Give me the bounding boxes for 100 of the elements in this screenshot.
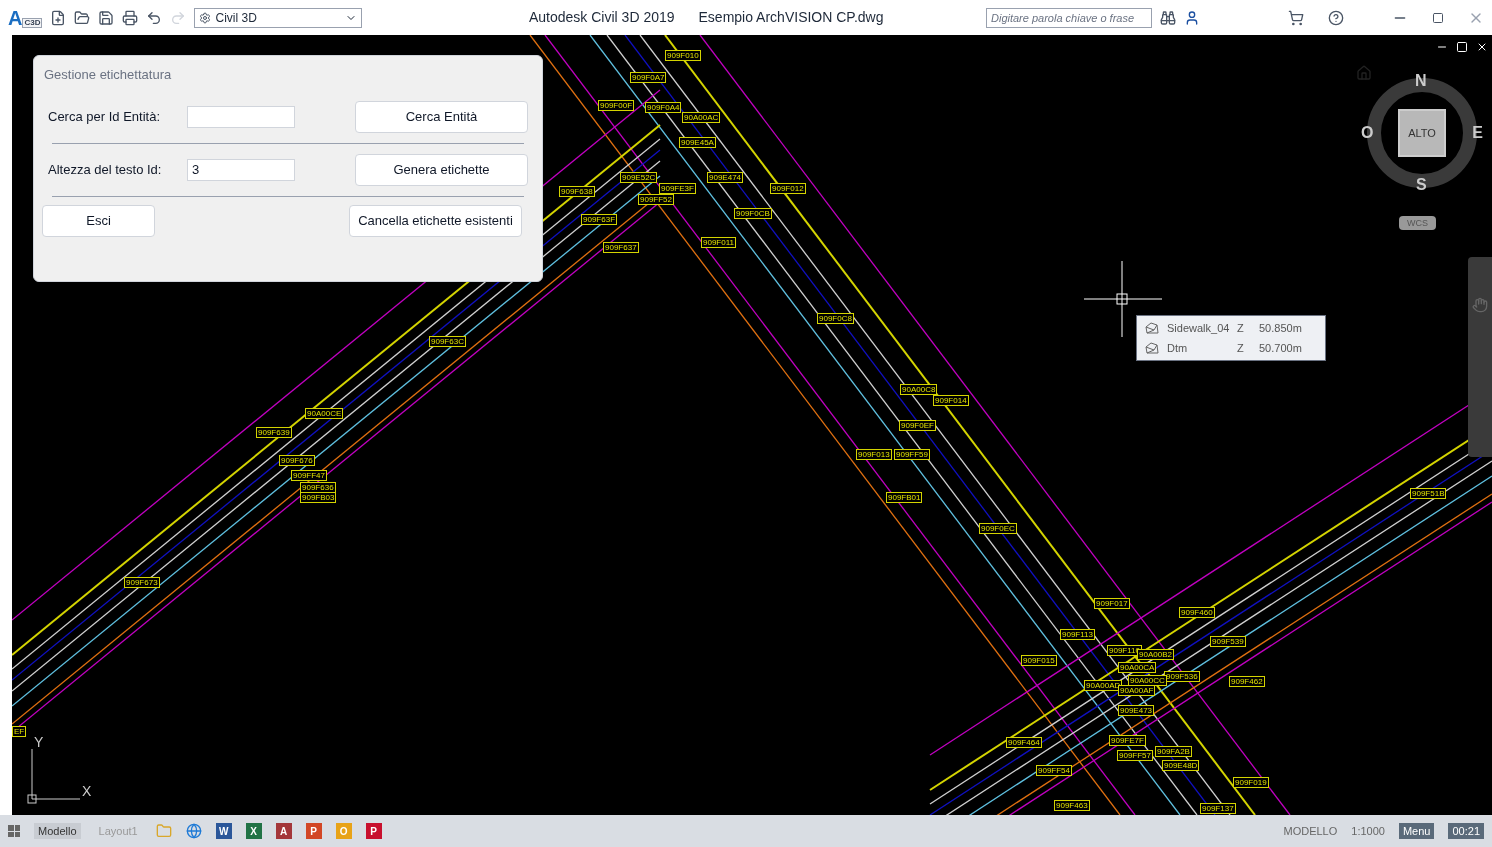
entity-id-label: 909F0C8 bbox=[817, 313, 854, 324]
entity-id-label: 909F63F bbox=[581, 214, 618, 225]
entity-id-label: 909FF57 bbox=[1117, 750, 1154, 761]
entity-id-label: 909F463 bbox=[1054, 800, 1090, 811]
entity-id-label: 909FF59 bbox=[894, 449, 931, 460]
clock-time: 00:21 bbox=[1448, 822, 1484, 840]
entity-id-label: 909F019 bbox=[1233, 777, 1269, 788]
mode-indicator[interactable]: MODELLO bbox=[1283, 822, 1338, 840]
app-icon[interactable]: X bbox=[245, 823, 262, 839]
print-icon[interactable] bbox=[122, 9, 139, 26]
ucs-y-label: Y bbox=[34, 733, 44, 752]
workspace-name: Civil 3D bbox=[215, 9, 258, 27]
entity-id-label: 909F137 bbox=[1200, 803, 1236, 814]
entity-id-label: 90A00AF bbox=[1118, 685, 1156, 696]
axis-label: Z bbox=[1237, 320, 1245, 336]
surface-icon bbox=[1145, 321, 1159, 335]
entity-id-label: 909F639 bbox=[256, 427, 292, 438]
app-icon[interactable]: P bbox=[305, 823, 322, 839]
entity-id-label: 909F010 bbox=[665, 50, 701, 61]
entity-id-label: 909F0EC bbox=[979, 523, 1017, 534]
scale-dropdown[interactable]: 1:1000 bbox=[1351, 822, 1385, 840]
text-field[interactable]: 3 bbox=[187, 158, 295, 181]
entity-id-label: 909F63C bbox=[429, 336, 466, 347]
surface-name: Sidewalk_04 bbox=[1167, 320, 1231, 336]
dialog-button[interactable]: Cancella etichette esistenti bbox=[349, 204, 522, 237]
compass-north: N bbox=[1415, 73, 1427, 89]
undo-icon[interactable] bbox=[146, 9, 163, 26]
entity-id-label: 909FF54 bbox=[1036, 765, 1073, 776]
view-cube-top[interactable]: ALTO bbox=[1398, 109, 1446, 157]
entity-id-label: 909F462 bbox=[1229, 676, 1265, 687]
user-icon[interactable] bbox=[1184, 9, 1200, 26]
entity-id-label: 909E473 bbox=[1118, 705, 1155, 716]
entity-id-label: 909F0A7 bbox=[630, 72, 667, 83]
entity-id-label: 90A00CA bbox=[1118, 662, 1157, 673]
search-field[interactable]: Digitare parola chiave o frase bbox=[986, 7, 1152, 28]
entity-id-label: 909E52C bbox=[620, 172, 658, 183]
app-icon[interactable]: A bbox=[275, 823, 292, 839]
entity-id-label: 909FA2B bbox=[1155, 746, 1192, 757]
cart-icon[interactable] bbox=[1288, 9, 1304, 26]
entity-id-label: 909FE3F bbox=[659, 183, 696, 194]
new-file-icon[interactable] bbox=[50, 9, 67, 26]
surface-name: Dtm bbox=[1167, 340, 1189, 356]
field-label: Cerca per Id Entità: bbox=[48, 107, 161, 126]
app-title: Autodesk Civil 3D 2019 bbox=[529, 8, 675, 27]
entity-id-label: 909FF52 bbox=[638, 194, 675, 205]
dialog-button[interactable]: Cerca Entità bbox=[355, 100, 528, 133]
entity-id-label: 909FB03 bbox=[300, 492, 337, 503]
field-label: Altezza del testo Id: bbox=[48, 160, 163, 179]
entity-id-label: 909F0EF bbox=[899, 420, 936, 431]
entity-id-label: 909FE7F bbox=[1109, 735, 1146, 746]
gear-icon bbox=[199, 11, 212, 24]
entity-id-label: 90A00B2 bbox=[1137, 649, 1174, 660]
entity-id-label: EF bbox=[12, 726, 27, 737]
entity-id-label: 909F673 bbox=[124, 577, 160, 588]
entity-id-label: 909F460 bbox=[1179, 607, 1215, 618]
maximize-icon[interactable] bbox=[1432, 11, 1444, 24]
entity-id-label: 909F637 bbox=[603, 242, 639, 253]
save-icon[interactable] bbox=[98, 9, 115, 26]
entity-id-label: 909E48D bbox=[1162, 760, 1200, 771]
entity-id-label: 909F011 bbox=[701, 237, 736, 248]
menu-label[interactable]: Menu bbox=[1398, 822, 1435, 840]
workspace-dropdown[interactable]: Civil 3D bbox=[194, 7, 363, 28]
compass-south: S bbox=[1416, 177, 1427, 193]
entity-id-label: 909F51B bbox=[1410, 488, 1447, 499]
entity-id-label: 909F0A4 bbox=[645, 102, 682, 113]
entity-id-label: 909F113 bbox=[1060, 629, 1095, 640]
browser-icon[interactable] bbox=[185, 823, 202, 839]
restore-icon[interactable] bbox=[1456, 41, 1468, 53]
app-icon[interactable]: P bbox=[365, 823, 382, 839]
binoculars-icon[interactable] bbox=[1160, 9, 1176, 26]
app-logo[interactable]: A C3D bbox=[8, 7, 43, 28]
entity-id-label: 909F536 bbox=[1164, 671, 1200, 682]
text-field[interactable] bbox=[187, 105, 295, 128]
elevation-value: 50.700m bbox=[1259, 340, 1302, 356]
start-icon[interactable] bbox=[8, 825, 20, 837]
elevation-value: 50.850m bbox=[1259, 320, 1302, 336]
close-icon[interactable] bbox=[1476, 41, 1488, 53]
compass-west: O bbox=[1361, 125, 1374, 141]
compass-east: E bbox=[1472, 125, 1483, 141]
entity-id-label: 909F015 bbox=[1021, 655, 1057, 666]
layout-tab[interactable]: Modello bbox=[34, 822, 81, 840]
entity-id-label: 909F0CB bbox=[734, 208, 772, 219]
entity-id-label: 909F00F bbox=[598, 100, 635, 111]
app-icon[interactable]: W bbox=[215, 823, 232, 839]
entity-id-label: 90A00CE bbox=[305, 408, 344, 419]
entity-id-label: 909F539 bbox=[1210, 636, 1246, 647]
entity-id-label: 909F012 bbox=[770, 183, 806, 194]
dialog-button[interactable]: Genera etichette bbox=[355, 153, 528, 186]
open-folder-icon[interactable] bbox=[74, 9, 91, 26]
entity-id-label: 909F013 bbox=[856, 449, 892, 460]
drawing-canvas[interactable] bbox=[12, 35, 1492, 815]
entity-id-label: 909F676 bbox=[279, 455, 315, 466]
help-icon[interactable] bbox=[1328, 9, 1344, 26]
dialog-button[interactable]: Esci bbox=[42, 204, 155, 237]
entity-id-label: 909E474 bbox=[707, 172, 744, 183]
entity-id-label: 909E45A bbox=[679, 137, 716, 148]
entity-id-label: 909F017 bbox=[1094, 598, 1130, 609]
ucs-x-label: X bbox=[82, 782, 92, 801]
axis-label: Z bbox=[1237, 340, 1245, 356]
entity-id-label: 90A00AC bbox=[682, 112, 721, 123]
